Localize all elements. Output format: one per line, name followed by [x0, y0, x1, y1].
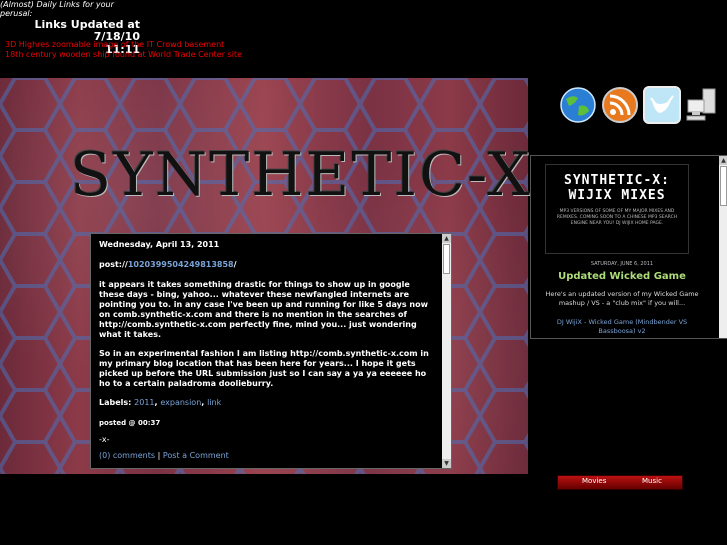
comments-link[interactable]: (0) comments: [99, 451, 155, 460]
scroll-up-arrow-icon[interactable]: ▲: [442, 234, 451, 243]
post-title-link[interactable]: 1020399504249813858: [128, 260, 234, 269]
widget-header-box: SYNTHETIC-X: WIJIX MIXES MP3 VERSIONS OF…: [545, 164, 689, 254]
widget-subtitle: MP3 VERSIONS OF SOME OF MY MAJOR MIXES A…: [556, 209, 678, 226]
twitter-bird-icon[interactable]: [643, 86, 681, 124]
post-title-prefix: post://: [99, 260, 128, 269]
post-title: post://1020399504249813858/: [99, 260, 434, 270]
widget-scroll-thumb[interactable]: [720, 166, 727, 206]
label-link-2011[interactable]: 2011: [134, 398, 154, 407]
widget-post-title[interactable]: Updated Wicked Game: [531, 271, 713, 282]
post-labels: Labels: 2011, expansion, link: [99, 398, 222, 407]
widget-title[interactable]: SYNTHETIC-X: WIJIX MIXES: [546, 173, 688, 203]
daily-link-2[interactable]: 18th century wooden ship found at World …: [5, 50, 242, 60]
comments-row: (0) comments | Post a Comment: [99, 451, 434, 461]
labels-heading: Labels:: [99, 398, 132, 407]
post-paragraph-1: it appears it takes something drastic fo…: [99, 280, 428, 339]
post-title-suffix: /: [233, 260, 237, 269]
tab-music[interactable]: Music: [642, 477, 662, 485]
widget-post-text: Here's an updated version of my Wicked G…: [545, 290, 699, 307]
label-link-expansion[interactable]: expansion: [160, 398, 201, 407]
daily-links-list: 3D Highres zoomable image of the IT Crow…: [5, 40, 242, 60]
post-paragraph-2: So in an experimental fashion I am listi…: [99, 349, 429, 388]
widget-scroll-up-icon[interactable]: ▲: [719, 156, 727, 165]
network-computer-icon[interactable]: [683, 86, 721, 124]
perusal-caption: (Almost) Daily Links for your perusal:: [0, 0, 114, 18]
blog-post-panel: Wednesday, April 13, 2011 post://1020399…: [90, 233, 452, 469]
tab-movies[interactable]: Movies: [582, 477, 606, 485]
post-scrollbar[interactable]: ▲ ▼: [442, 234, 451, 468]
wijix-mixes-widget: SYNTHETIC-X: WIJIX MIXES MP3 VERSIONS OF…: [530, 155, 727, 339]
bottom-nav-tabs: Movies Music: [557, 475, 683, 490]
scroll-thumb[interactable]: [443, 244, 450, 274]
post-signature: -x-: [99, 435, 110, 444]
post-body: it appears it takes something drastic fo…: [99, 280, 434, 389]
posted-time: posted @ 00:37: [99, 419, 161, 427]
widget-date: SATURDAY, JUNE 6, 2011: [590, 261, 654, 267]
scroll-down-arrow-icon[interactable]: ▼: [442, 459, 451, 468]
blog-post: Wednesday, April 13, 2011 post://1020399…: [99, 240, 434, 461]
daily-link-1[interactable]: 3D Highres zoomable image of the IT Crow…: [5, 40, 242, 50]
site-banner-logo[interactable]: SYNTHETIC-X: [70, 140, 532, 210]
comments-separator: |: [157, 451, 161, 460]
rss-icon[interactable]: [601, 86, 639, 124]
post-comment-link[interactable]: Post a Comment: [163, 451, 229, 460]
post-date: Wednesday, April 13, 2011: [99, 240, 220, 249]
globe-icon[interactable]: [559, 86, 597, 124]
widget-scrollbar[interactable]: ▲: [719, 156, 727, 338]
label-link-link[interactable]: link: [207, 398, 221, 407]
widget-track-link[interactable]: DJ WijiX - Wicked Game (Mindbender VS Ba…: [541, 318, 703, 336]
